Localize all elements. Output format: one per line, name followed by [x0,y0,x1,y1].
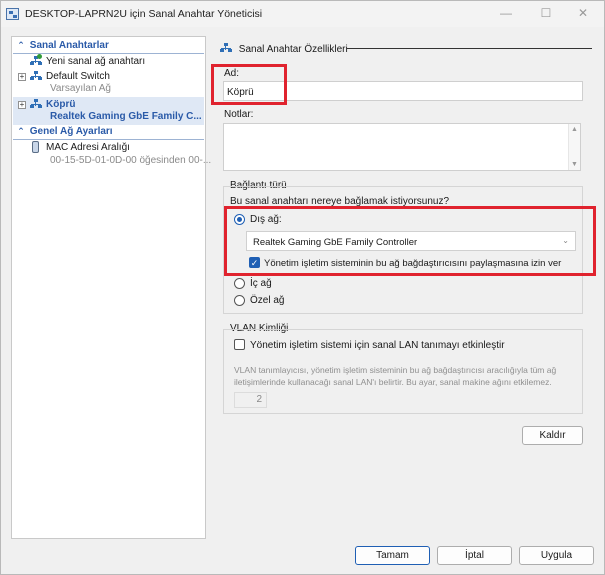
tree-item-bridge-label: Köprü [46,99,76,110]
section-virtual-switches-label: Sanal Anahtarlar [29,40,109,51]
network-switch-icon [220,43,232,53]
expand-plus-icon[interactable]: + [18,73,26,81]
switch-properties-pane: Sanal Anahtar Özellikleri Ad: Köprü Notl… [211,36,604,539]
ok-button[interactable]: Tamam [355,546,430,565]
vlan-id-input[interactable]: 2 [234,392,267,408]
section-global-network-settings-label: Genel Ağ Ayarları [29,126,113,137]
title-bar: DESKTOP-LAPRN2U için Sanal Anahtar Yönet… [1,1,604,27]
tree-item-bridge-sub: Realtek Gaming GbE Family C... [50,111,202,122]
network-adapter-icon [32,141,39,153]
internal-network-label: İç ağ [250,278,272,289]
tree-item-default-switch-sub: Varsayılan Ağ [50,83,111,94]
highlight-name-box [211,64,287,105]
switch-tree-pane: ⌃ Sanal Anahtarlar Yeni sanal ağ anahtar… [11,36,211,539]
close-button[interactable]: ✕ [563,1,603,27]
vlan-enable-checkbox[interactable] [234,339,245,350]
notes-label: Notlar: [224,109,254,120]
minimize-button[interactable]: — [486,1,526,27]
tree-item-new-switch-label: Yeni sanal ağ anahtarı [46,56,146,67]
new-switch-icon [30,54,42,66]
properties-header-label: Sanal Anahtar Özellikleri [238,44,348,55]
section-virtual-switches[interactable]: ⌃ Sanal Anahtarlar [13,40,204,54]
highlight-external-box [224,206,596,276]
vlan-description-line1: VLAN tanımlayıcısı, yönetim işletim sist… [234,365,557,375]
scroll-up-icon[interactable]: ▲ [569,126,580,133]
properties-header: Sanal Anahtar Özellikleri [220,42,348,55]
internal-network-radio[interactable] [234,278,245,289]
section-global-network-settings[interactable]: ⌃ Genel Ağ Ayarları [13,126,204,140]
vlan-description-line2: iletişimlerinde kullanacağı sanal LAN'ı … [234,377,552,387]
apply-button[interactable]: Uygula [519,546,594,565]
notes-scrollbar[interactable]: ▲ ▼ [568,124,580,170]
private-network-radio[interactable] [234,295,245,306]
expand-plus-icon[interactable]: + [18,101,26,109]
collapse-chevron-icon[interactable]: ⌃ [15,126,27,137]
collapse-chevron-icon[interactable]: ⌃ [15,40,27,51]
window-title: DESKTOP-LAPRN2U için Sanal Anahtar Yönet… [25,8,263,20]
cancel-button[interactable]: İptal [437,546,512,565]
app-network-icon [6,8,19,20]
scroll-down-icon[interactable]: ▼ [569,161,580,168]
network-switch-icon [30,71,42,81]
network-switch-icon [30,99,42,109]
tree-item-mac-range-sub: 00-15-5D-01-0D-00 öğesinden 00-... [50,155,212,166]
maximize-button[interactable]: ☐ [526,1,566,27]
vlan-enable-label: Yönetim işletim sistemi için sanal LAN t… [250,340,505,351]
tree-item-default-switch-label: Default Switch [46,71,110,82]
header-divider [347,48,592,49]
remove-button[interactable]: Kaldır [522,426,583,445]
notes-textarea[interactable]: ▲ ▼ [223,123,581,171]
tree-item-mac-range-label: MAC Adresi Aralığı [46,142,130,153]
switch-manager-window: DESKTOP-LAPRN2U için Sanal Anahtar Yönet… [0,0,605,575]
private-network-label: Özel ağ [250,295,285,306]
